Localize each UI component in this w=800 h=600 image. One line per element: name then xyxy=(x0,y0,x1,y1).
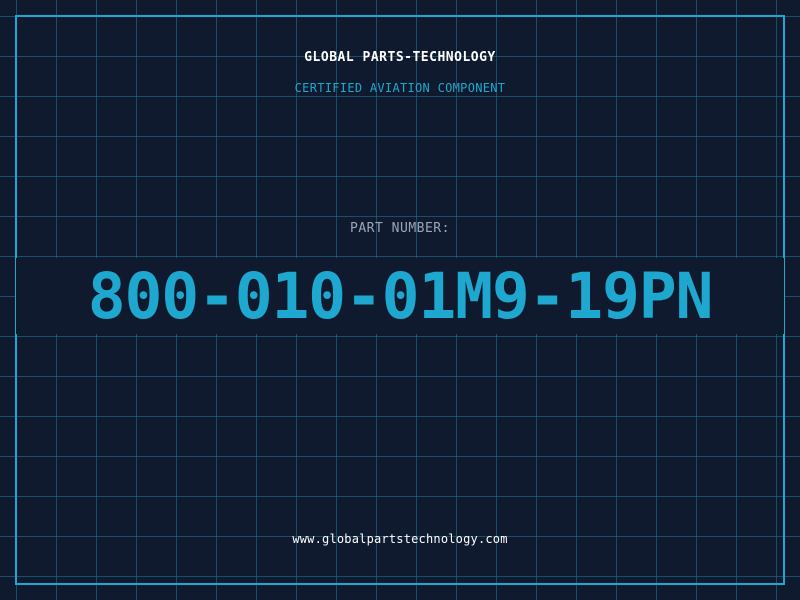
certification-tagline: CERTIFIED AVIATION COMPONENT xyxy=(294,81,506,95)
part-number-value: 800-010-01M9-19PN xyxy=(87,260,714,333)
part-card: GLOBAL PARTS-TECHNOLOGY CERTIFIED AVIATI… xyxy=(0,0,800,600)
company-name: GLOBAL PARTS-TECHNOLOGY xyxy=(304,50,496,65)
website-url: www.globalpartstechnology.com xyxy=(292,532,508,546)
part-number-label: PART NUMBER: xyxy=(350,221,450,236)
